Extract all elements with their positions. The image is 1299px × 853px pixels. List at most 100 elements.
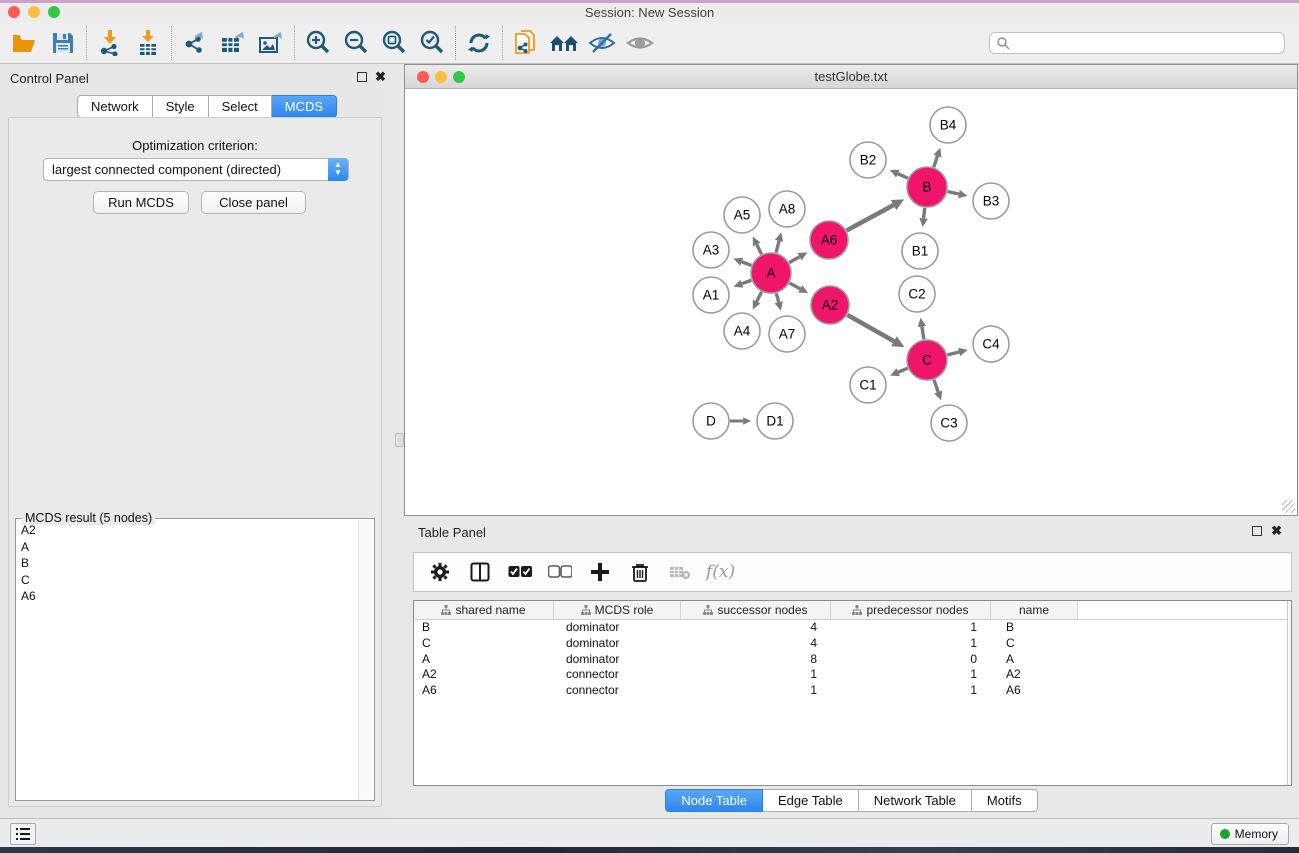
refresh-button[interactable] <box>460 26 498 60</box>
hide-selected-button[interactable] <box>583 26 621 60</box>
edge-C-C3[interactable] <box>934 380 938 392</box>
cell-successor-nodes[interactable]: 1 <box>681 683 831 699</box>
mcds-result-list[interactable]: A2ABCA6 <box>17 522 357 799</box>
network-canvas[interactable]: B4B2BB3A8A5A6A3B1AA1C2A2A4A7C4CC1C3DD1 <box>405 90 1297 515</box>
tab-mcds[interactable]: MCDS <box>272 95 337 118</box>
mcds-result-scrollbar[interactable] <box>358 520 373 799</box>
edge-A-A8[interactable] <box>776 241 779 253</box>
network-close-button[interactable] <box>417 71 429 83</box>
maximize-window-button[interactable] <box>48 6 60 18</box>
column-header-name[interactable]: name <box>991 601 1078 619</box>
criterion-dropdown[interactable]: largest connected component (directed) ▲… <box>43 158 349 181</box>
minimize-window-button[interactable] <box>28 6 40 18</box>
edge-A-A7[interactable] <box>776 293 778 302</box>
clone-network-button[interactable] <box>507 26 545 60</box>
tab-select[interactable]: Select <box>209 95 272 118</box>
export-table-button[interactable] <box>214 26 252 60</box>
window-resize-grip[interactable] <box>1282 500 1295 513</box>
table-row[interactable]: A6connector11A6 <box>414 683 1291 699</box>
table-row[interactable]: A2connector11A2 <box>414 667 1291 683</box>
cell-predecessor-nodes[interactable]: 1 <box>831 683 991 699</box>
cell-shared-name[interactable]: C <box>414 636 554 652</box>
column-header-predecessor-nodes[interactable]: predecessor nodes <box>831 601 991 619</box>
float-table-panel-icon[interactable] <box>1252 526 1262 536</box>
network-graph[interactable]: B4B2BB3A8A5A6A3B1AA1C2A2A4A7C4CC1C3DD1 <box>405 90 1297 515</box>
zoom-fit-button[interactable] <box>375 26 413 60</box>
cell-name[interactable]: A6 <box>991 683 1078 699</box>
search-input[interactable] <box>1010 36 1278 50</box>
edge-A-A1[interactable] <box>742 280 751 283</box>
table-scrollbar[interactable] <box>1287 601 1291 785</box>
edge-A-A4[interactable] <box>757 292 762 302</box>
cell-MCDS-role[interactable]: connector <box>554 683 681 699</box>
open-file-button[interactable] <box>6 26 44 60</box>
edge-A2-C[interactable] <box>847 315 894 341</box>
select-all-button[interactable] <box>506 558 534 586</box>
close-panel-icon[interactable]: ✖ <box>375 70 386 84</box>
add-column-button[interactable] <box>586 558 614 586</box>
network-window-titlebar[interactable]: testGlobe.txt <box>405 65 1297 89</box>
edge-B-B3[interactable] <box>948 191 959 193</box>
mcds-result-item[interactable]: B <box>17 555 357 572</box>
mcds-result-item[interactable]: A <box>17 539 357 556</box>
edge-C-C4[interactable] <box>947 352 959 355</box>
table-options-button[interactable] <box>426 558 454 586</box>
export-image-button[interactable] <box>252 26 290 60</box>
edge-B-B1[interactable] <box>924 208 925 218</box>
cell-shared-name[interactable]: A2 <box>414 667 554 683</box>
cell-name[interactable]: A2 <box>991 667 1078 683</box>
task-history-button[interactable] <box>10 823 36 845</box>
search-box[interactable] <box>989 32 1285 54</box>
tab-network[interactable]: Network <box>77 95 153 118</box>
mcds-result-item[interactable]: C <box>17 572 357 589</box>
cell-shared-name[interactable]: A <box>414 652 554 668</box>
mcds-result-item[interactable]: A2 <box>17 522 357 539</box>
edge-B-B4[interactable] <box>934 156 938 167</box>
cell-predecessor-nodes[interactable]: 0 <box>831 652 991 668</box>
edge-A-A3[interactable] <box>742 262 752 266</box>
table-row[interactable]: Bdominator41B <box>414 620 1291 636</box>
tab-motifs[interactable]: Motifs <box>972 789 1038 812</box>
import-network-button[interactable] <box>91 26 129 60</box>
table-row[interactable]: Adominator80A <box>414 652 1291 668</box>
edge-A6-B[interactable] <box>847 205 894 230</box>
table-row[interactable]: Cdominator41C <box>414 636 1291 652</box>
import-table-button[interactable] <box>129 26 167 60</box>
edge-B-B2[interactable] <box>898 174 908 179</box>
column-header-shared-name[interactable]: shared name <box>414 601 554 619</box>
edge-C-C2[interactable] <box>922 326 924 339</box>
close-window-button[interactable] <box>8 6 20 18</box>
tab-node-table[interactable]: Node Table <box>665 789 763 812</box>
edge-C-C1[interactable] <box>898 368 907 372</box>
cell-predecessor-nodes[interactable]: 1 <box>831 636 991 652</box>
delete-column-button[interactable] <box>626 558 654 586</box>
save-session-button[interactable] <box>44 26 82 60</box>
export-network-button[interactable] <box>176 26 214 60</box>
float-panel-icon[interactable] <box>357 72 367 82</box>
edge-A-A6[interactable] <box>789 257 799 263</box>
cell-name[interactable]: C <box>991 636 1078 652</box>
column-header-MCDS-role[interactable]: MCDS role <box>554 601 681 619</box>
cell-shared-name[interactable]: B <box>414 620 554 636</box>
network-minimize-button[interactable] <box>435 71 447 83</box>
cell-predecessor-nodes[interactable]: 1 <box>831 620 991 636</box>
deselect-all-button[interactable] <box>546 558 574 586</box>
close-table-panel-icon[interactable]: ✖ <box>1271 524 1282 538</box>
network-maximize-button[interactable] <box>453 71 465 83</box>
tab-edge-table[interactable]: Edge Table <box>763 789 859 812</box>
zoom-out-button[interactable] <box>337 26 375 60</box>
cell-successor-nodes[interactable]: 1 <box>681 667 831 683</box>
cell-shared-name[interactable]: A6 <box>414 683 554 699</box>
tab-style[interactable]: Style <box>153 95 209 118</box>
zoom-in-button[interactable] <box>299 26 337 60</box>
edge-A-A5[interactable] <box>757 244 762 254</box>
cell-name[interactable]: A <box>991 652 1078 668</box>
cell-MCDS-role[interactable]: connector <box>554 667 681 683</box>
cell-successor-nodes[interactable]: 4 <box>681 620 831 636</box>
memory-button[interactable]: Memory <box>1211 823 1289 845</box>
zoom-selected-button[interactable] <box>413 26 451 60</box>
run-mcds-button[interactable]: Run MCDS <box>93 191 189 214</box>
node-table[interactable]: shared nameMCDS rolesuccessor nodesprede… <box>413 600 1292 786</box>
cell-MCDS-role[interactable]: dominator <box>554 652 681 668</box>
first-neighbors-button[interactable] <box>545 26 583 60</box>
